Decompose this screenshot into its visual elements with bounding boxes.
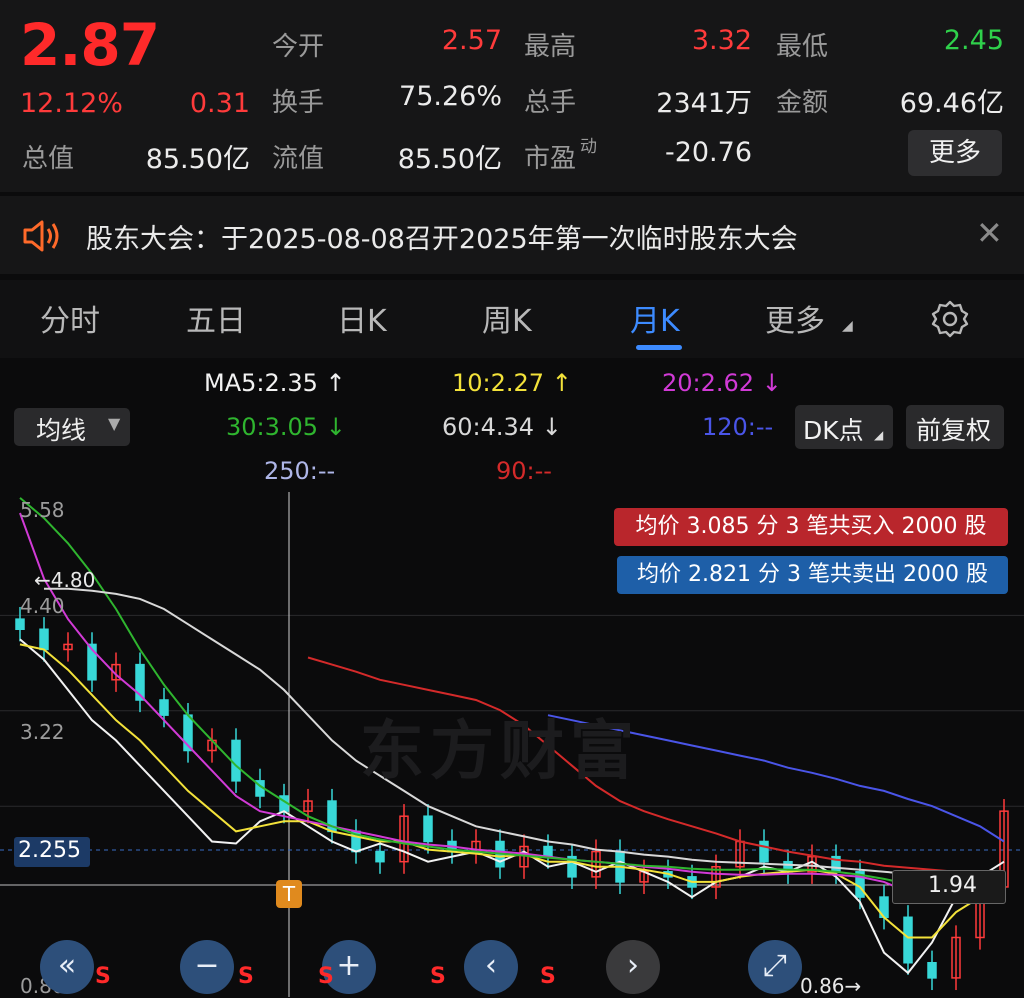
dk-point-label: DK点 bbox=[803, 416, 864, 445]
tab-timeshare[interactable]: 分时 bbox=[40, 296, 100, 340]
quote-more-button[interactable]: 更多 bbox=[908, 130, 1002, 176]
candle-body bbox=[927, 961, 937, 979]
sell-mark: S bbox=[430, 964, 446, 989]
quote-label: 今开 bbox=[272, 32, 325, 62]
right-price: 1.94 bbox=[928, 873, 977, 898]
candle-body bbox=[759, 840, 769, 863]
ma250-value: 250:-- bbox=[264, 457, 336, 485]
forward-adjust-label: 前复权 bbox=[916, 416, 992, 445]
tab-more[interactable]: 更多 bbox=[765, 296, 825, 340]
quote-value: -20.76 bbox=[664, 137, 752, 168]
candle-body bbox=[903, 916, 913, 964]
sell-mark: S bbox=[318, 964, 334, 989]
y-label-2: 4.40 bbox=[20, 594, 65, 618]
change-amount: 0.31 bbox=[189, 88, 250, 119]
buy-summary: 均价 3.085 分 3 笔共买入 2000 股 bbox=[614, 508, 1008, 546]
last-price: 2.87 bbox=[20, 11, 160, 79]
tab-monthly-k[interactable]: 月K bbox=[630, 296, 680, 340]
ma5-value: MA5:2.35 ↑ bbox=[204, 369, 346, 397]
quote-label: 总值 bbox=[22, 144, 75, 174]
y-label-top: 5.58 bbox=[20, 498, 65, 522]
speaker-icon bbox=[23, 220, 59, 252]
ma60-value: 60:4.34 ↓ bbox=[442, 413, 562, 441]
ma10-value: 10:2.27 ↑ bbox=[452, 369, 572, 397]
min-price-marker: 0.86→ bbox=[800, 974, 862, 998]
dk-caret-icon: ◢ bbox=[874, 428, 884, 442]
candle-body bbox=[159, 699, 169, 716]
quote-value: 2.45 bbox=[943, 25, 1004, 56]
next-icon[interactable]: › bbox=[606, 940, 660, 994]
quote-value: 75.26% bbox=[399, 81, 502, 112]
sell-mark: S bbox=[95, 964, 111, 989]
sell-mark: S bbox=[540, 964, 556, 989]
change-percent: 12.12% bbox=[20, 88, 123, 119]
candle-body bbox=[423, 815, 433, 843]
tab-daily-k[interactable]: 日K bbox=[337, 296, 387, 340]
candle-body bbox=[39, 628, 49, 651]
sell-mark: S bbox=[238, 964, 254, 989]
candle-body bbox=[231, 739, 241, 782]
cursor-price: 2.255 bbox=[18, 838, 81, 863]
zoom-out-icon[interactable]: − bbox=[180, 940, 234, 994]
quote-label: 最低 bbox=[776, 32, 829, 62]
quote-label: 换手 bbox=[272, 88, 325, 118]
ma30-value: 30:3.05 ↓ bbox=[226, 413, 346, 441]
gear-icon[interactable] bbox=[930, 299, 970, 339]
quote-value: 2.57 bbox=[441, 25, 502, 56]
tab-more-caret-icon: ◢ bbox=[842, 318, 853, 334]
fullscreen-icon[interactable]: ⤢ bbox=[748, 940, 802, 994]
ma20-value: 20:2.62 ↓ bbox=[662, 369, 782, 397]
quote-label: 金额 bbox=[776, 88, 829, 118]
pe-dynamic-sup: 动 bbox=[580, 137, 597, 157]
max-price-marker: ←4.80 bbox=[34, 568, 96, 592]
ma90-value: 90:-- bbox=[496, 457, 552, 485]
quote-value: 2341万 bbox=[656, 88, 752, 119]
quote-label: 总手 bbox=[524, 88, 577, 118]
watermark: 东方财富 bbox=[360, 715, 640, 789]
rewind-icon[interactable]: « bbox=[40, 940, 94, 994]
t-marker[interactable]: T bbox=[276, 880, 302, 908]
ma120-value: 120:-- bbox=[702, 413, 774, 441]
tab-five-day[interactable]: 五日 bbox=[186, 296, 246, 340]
ma-selector-label: 均线 bbox=[36, 416, 87, 445]
candle-body bbox=[543, 845, 553, 858]
candle-body bbox=[375, 850, 385, 863]
min-price-label: 0.86 bbox=[800, 974, 845, 998]
candle-body bbox=[15, 618, 25, 630]
y-label-3: 3.22 bbox=[20, 720, 65, 744]
tab-weekly-k[interactable]: 周K bbox=[482, 296, 532, 340]
quote-value: 85.50亿 bbox=[397, 144, 502, 175]
quote-label: 市盈 bbox=[524, 144, 577, 174]
prev-icon[interactable]: ‹ bbox=[464, 940, 518, 994]
quote-value: 69.46亿 bbox=[899, 88, 1004, 119]
quote-label: 流值 bbox=[272, 144, 325, 174]
quote-label: 最高 bbox=[524, 32, 577, 62]
notice-text[interactable]: 股东大会：于2025-08-08召开2025年第一次临时股东大会 bbox=[86, 217, 798, 256]
sell-summary: 均价 2.821 分 3 笔共卖出 2000 股 bbox=[617, 556, 1008, 594]
quote-value: 85.50亿 bbox=[145, 144, 250, 175]
dropdown-arrow-icon: ▼ bbox=[108, 414, 121, 433]
max-price-label: 4.80 bbox=[50, 568, 96, 592]
active-tab-indicator bbox=[636, 345, 682, 350]
close-icon[interactable]: ✕ bbox=[976, 214, 1003, 252]
quote-value: 3.32 bbox=[691, 25, 752, 56]
